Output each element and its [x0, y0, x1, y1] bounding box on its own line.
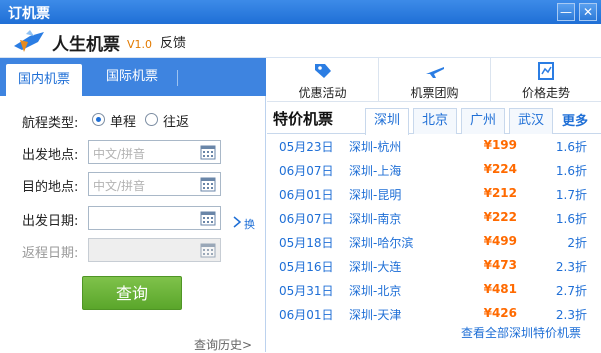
flight-route[interactable]: 深圳-上海	[349, 162, 401, 179]
flight-price: ¥199	[483, 138, 517, 152]
flight-discount: 2.3折	[555, 260, 587, 274]
title-bar: 订机票 — ✕	[0, 0, 601, 24]
to-label: 目的地点:	[22, 180, 79, 195]
group-buy-label: 机票团购	[410, 86, 459, 100]
flight-route[interactable]: 深圳-北京	[349, 282, 401, 299]
return-date-input	[88, 238, 221, 262]
from-row: 出发地点: 中文/拼音	[0, 140, 266, 166]
depart-date-input[interactable]	[88, 206, 221, 230]
flight-discount: 1.7折	[555, 188, 587, 202]
to-row: 目的地点: 中文/拼音	[0, 172, 266, 198]
flight-price: ¥481	[483, 282, 517, 296]
flight-route[interactable]: 深圳-大连	[349, 258, 401, 275]
close-button[interactable]: ✕	[579, 3, 597, 21]
flight-route[interactable]: 深圳-天津	[349, 306, 401, 323]
flight-discount: 2折	[567, 236, 587, 250]
list-item[interactable]: 05月23日 深圳-杭州 ¥199 1.6折	[267, 134, 601, 158]
calendar-icon[interactable]	[200, 176, 216, 192]
from-placeholder: 中文/拼音	[93, 147, 146, 161]
flight-date: 05月31日	[279, 284, 334, 298]
list-item[interactable]: 06月07日 深圳-上海 ¥224 1.6折	[267, 158, 601, 182]
flight-price: ¥224	[483, 162, 517, 176]
toolbar: 优惠活动 机票团购 价格走势	[267, 58, 601, 102]
list-item[interactable]: 06月01日 深圳-昆明 ¥212 1.7折	[267, 182, 601, 206]
specials-title: 特价机票	[273, 110, 334, 128]
flight-discount: 1.6折	[555, 140, 587, 154]
one-way-radio[interactable]	[92, 113, 105, 126]
feedback-link[interactable]: 反馈	[160, 32, 186, 51]
round-trip-radio[interactable]	[145, 113, 158, 126]
flight-date: 05月23日	[279, 140, 334, 154]
group-buy-button[interactable]: 机票团购	[379, 58, 491, 102]
version-label: V1.0	[127, 38, 153, 51]
tab-domestic[interactable]: 国内机票	[6, 64, 82, 96]
window-title: 订机票	[8, 6, 50, 22]
return-date-row: 返程日期:	[0, 238, 266, 264]
chart-icon	[538, 62, 554, 80]
list-item[interactable]: 06月01日 深圳-天津 ¥426 2.3折	[267, 302, 601, 326]
list-item[interactable]: 05月31日 深圳-北京 ¥481 2.7折	[267, 278, 601, 302]
trip-type-row: 航程类型: 单程 往返	[0, 108, 266, 134]
app-name: 人生机票	[52, 35, 120, 55]
flight-date: 05月18日	[279, 236, 334, 250]
flight-price: ¥473	[483, 258, 517, 272]
tag-icon	[315, 64, 331, 78]
calendar-icon[interactable]	[200, 144, 216, 160]
tab-international[interactable]: 国际机票	[92, 58, 172, 96]
return-date-label: 返程日期:	[22, 246, 79, 261]
flight-discount: 1.6折	[555, 212, 587, 226]
calendar-icon[interactable]	[200, 210, 216, 226]
airplane-icon	[426, 67, 444, 78]
flight-date: 06月07日	[279, 164, 334, 178]
view-all-specials-link[interactable]: 查看全部深圳特价机票	[461, 324, 581, 341]
search-history-link[interactable]: 查询历史>	[194, 336, 252, 353]
city-tab-guangzhou[interactable]: 广州	[461, 108, 505, 134]
depart-date-row: 出发日期:	[0, 206, 266, 232]
to-placeholder: 中文/拼音	[93, 179, 146, 193]
airplane-logo-icon	[14, 30, 44, 52]
flight-discount: 1.6折	[555, 164, 587, 178]
promo-button[interactable]: 优惠活动	[267, 58, 379, 102]
brand-bar: 人生机票 V1.0 反馈	[0, 24, 601, 58]
flight-route[interactable]: 深圳-昆明	[349, 186, 401, 203]
flight-price: ¥212	[483, 186, 517, 200]
flight-discount: 2.3折	[555, 308, 587, 322]
depart-date-label: 出发日期:	[22, 214, 79, 229]
round-trip-label[interactable]: 往返	[163, 111, 189, 130]
flight-date: 05月16日	[279, 260, 334, 274]
one-way-label[interactable]: 单程	[110, 111, 136, 130]
price-trend-label: 价格走势	[521, 86, 570, 100]
flight-date: 06月01日	[279, 188, 334, 202]
flight-route[interactable]: 深圳-杭州	[349, 138, 401, 155]
specials-header: 特价机票 深圳 北京 广州 武汉 更多	[267, 104, 601, 135]
city-tab-beijing[interactable]: 北京	[413, 108, 457, 134]
from-input[interactable]: 中文/拼音	[88, 140, 221, 164]
flight-discount: 2.7折	[555, 284, 587, 298]
to-input[interactable]: 中文/拼音	[88, 172, 221, 196]
flight-price: ¥499	[483, 234, 517, 248]
specials-panel: 优惠活动 机票团购 价格走势 特价机票 深圳 北京 广州 武汉 更多 05月23…	[267, 58, 601, 352]
from-label: 出发地点:	[22, 148, 79, 163]
minimize-button[interactable]: —	[557, 3, 575, 21]
more-link[interactable]: 更多	[562, 110, 588, 129]
flight-date: 06月01日	[279, 308, 334, 322]
price-trend-button[interactable]: 价格走势	[491, 58, 601, 102]
flight-price: ¥222	[483, 210, 517, 224]
search-button[interactable]: 查询	[82, 276, 182, 310]
flight-date: 06月07日	[279, 212, 334, 226]
flight-route[interactable]: 深圳-哈尔滨	[349, 234, 413, 251]
flight-price: ¥426	[483, 306, 517, 320]
city-tab-wuhan[interactable]: 武汉	[509, 108, 553, 134]
flight-route[interactable]: 深圳-南京	[349, 210, 401, 227]
calendar-icon	[200, 243, 216, 258]
trip-type-label: 航程类型:	[22, 116, 79, 131]
list-item[interactable]: 05月16日 深圳-大连 ¥473 2.3折	[267, 254, 601, 278]
list-item[interactable]: 06月07日 深圳-南京 ¥222 1.6折	[267, 206, 601, 230]
ticket-tabs: 国内机票 国际机票	[0, 58, 266, 96]
tab-divider	[177, 70, 178, 86]
list-item[interactable]: 05月18日 深圳-哈尔滨 ¥499 2折	[267, 230, 601, 254]
promo-label: 优惠活动	[298, 86, 347, 100]
city-tab-shenzhen[interactable]: 深圳	[365, 108, 409, 135]
